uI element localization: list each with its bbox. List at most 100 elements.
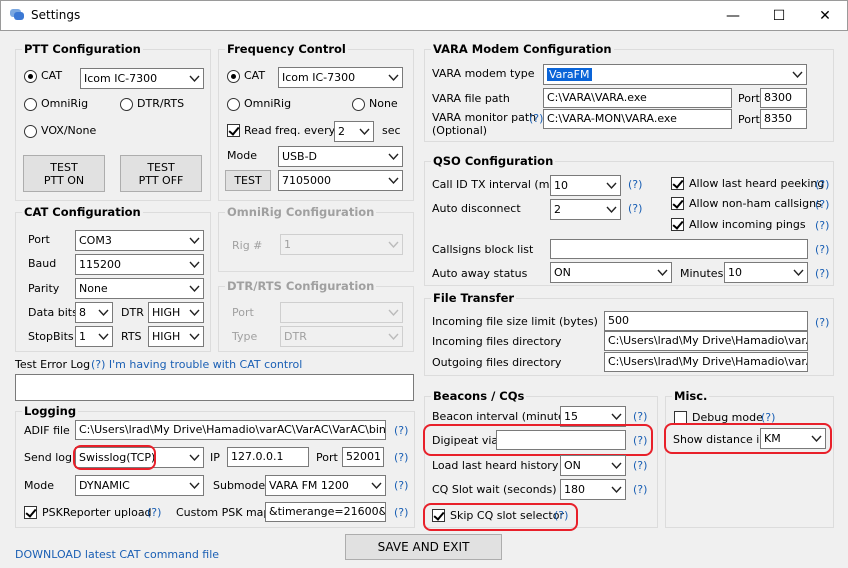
pings-help-link[interactable]: (?) — [815, 219, 829, 232]
submode-select[interactable]: VARA FM 1200 — [265, 475, 386, 496]
pskreporter-help-link[interactable]: (?) — [147, 506, 161, 519]
cq-slot-wait-value: 180 — [564, 483, 585, 496]
test-error-log-box[interactable] — [15, 374, 414, 401]
dtrrts-type-select[interactable]: DTR — [280, 326, 403, 347]
freq-mode-select[interactable]: USB-D — [278, 146, 403, 167]
chevron-down-icon — [388, 241, 399, 249]
log-mode-label: Mode — [24, 479, 54, 492]
incoming-dir-label: Incoming files directory — [432, 335, 562, 348]
cat-dtr-select[interactable]: HIGH — [148, 302, 204, 323]
close-button[interactable]: ✕ — [802, 0, 848, 31]
block-list-help-link[interactable]: (?) — [815, 243, 829, 256]
block-list-input[interactable] — [550, 239, 808, 259]
peeking-help-link[interactable]: (?) — [815, 178, 829, 191]
allow-pings-label: Allow incoming pings — [689, 218, 806, 231]
ip-input[interactable]: 127.0.0.1 — [227, 447, 309, 467]
vara-monitor-help-link[interactable]: (?) — [529, 112, 543, 125]
log-mode-select[interactable]: DYNAMIC — [75, 475, 204, 496]
freq-omnirig-label: OmniRig — [244, 97, 292, 110]
custom-psk-help-link[interactable]: (?) — [394, 506, 408, 519]
incoming-dir-input[interactable]: C:\Users\lrad\My Drive\Hamadio\varAC\ — [604, 331, 808, 351]
chevron-down-icon — [189, 261, 200, 269]
frequency-select[interactable]: 7105000 — [278, 170, 403, 191]
cat-databits-label: Data bits — [28, 306, 78, 319]
ptt-rig-select[interactable]: Icom IC-7300 — [80, 68, 204, 89]
cat-port-value: COM3 — [79, 234, 112, 247]
outgoing-dir-input[interactable]: C:\Users\lrad\My Drive\Hamadio\varAC\ — [604, 352, 808, 372]
omnirig-rig-label: Rig # — [232, 239, 263, 252]
test-ptt-on-button[interactable]: TEST PTT ON — [23, 155, 105, 192]
pskreporter-label: PSKReporter upload — [42, 506, 152, 519]
omnirig-rig-select[interactable]: 1 — [280, 234, 403, 255]
vara-monitor-port-input[interactable]: 8350 — [760, 109, 807, 129]
freq-none-radio[interactable] — [352, 98, 365, 111]
maximize-button[interactable]: ☐ — [756, 0, 802, 31]
cq-slot-wait-select[interactable]: 180 — [560, 479, 626, 500]
cat-port-select[interactable]: COM3 — [75, 230, 204, 251]
ptt-dtrrts-radio[interactable] — [120, 98, 133, 111]
chevron-down-icon — [189, 237, 200, 245]
send-log-help-link[interactable]: (?) — [394, 451, 408, 464]
allow-peeking-checkbox[interactable] — [671, 177, 684, 190]
chevron-down-icon — [189, 333, 200, 341]
vara-path-input[interactable]: C:\VARA\VARA.exe — [543, 88, 732, 108]
beacon-interval-help-link[interactable]: (?) — [633, 410, 647, 423]
cat-rts-select[interactable]: HIGH — [148, 326, 204, 347]
auto-away-value: ON — [554, 266, 571, 279]
vara-path-label: VARA file path — [432, 92, 510, 105]
cq-slot-wait-label: CQ Slot wait (seconds) — [432, 483, 557, 496]
last-heard-help-link[interactable]: (?) — [633, 459, 647, 472]
freq-rig-select[interactable]: Icom IC-7300 — [278, 67, 403, 88]
cat-dtr-label: DTR — [121, 306, 144, 319]
download-cat-command-link[interactable]: DOWNLOAD latest CAT command file — [15, 548, 219, 561]
cat-trouble-link[interactable]: (?) I'm having trouble with CAT control — [91, 358, 302, 371]
freq-omnirig-radio[interactable] — [227, 98, 240, 111]
freq-cat-radio[interactable] — [227, 70, 240, 83]
test-ptt-off-button[interactable]: TEST PTT OFF — [120, 155, 202, 192]
read-interval-select[interactable]: 2 — [334, 121, 374, 142]
ip-label: IP — [210, 451, 220, 464]
vara-type-select[interactable]: VaraFM — [543, 64, 807, 85]
adif-help-link[interactable]: (?) — [394, 424, 408, 437]
send-log-label: Send log — [24, 451, 72, 464]
ptt-cat-radio[interactable] — [24, 70, 37, 83]
read-freq-checkbox[interactable] — [227, 124, 240, 137]
vara-optional-label: (Optional) — [432, 124, 488, 137]
freq-test-button[interactable]: TEST — [225, 170, 271, 191]
callid-interval-select[interactable]: 10 — [550, 175, 621, 196]
save-and-exit-button[interactable]: SAVE AND EXIT — [345, 534, 502, 560]
auto-disconnect-help-link[interactable]: (?) — [628, 202, 642, 215]
cat-rts-label: RTS — [121, 330, 142, 343]
cat-parity-select[interactable]: None — [75, 278, 204, 299]
submode-help-link[interactable]: (?) — [394, 479, 408, 492]
file-size-help-link[interactable]: (?) — [815, 316, 829, 329]
pskreporter-checkbox[interactable] — [24, 506, 37, 519]
auto-disconnect-select[interactable]: 2 — [550, 199, 621, 220]
cat-stopbits-select[interactable]: 1 — [75, 326, 113, 347]
vara-port-input[interactable]: 8300 — [760, 88, 807, 108]
chevron-down-icon — [189, 309, 200, 317]
minimize-button[interactable]: — — [710, 0, 756, 31]
auto-away-select[interactable]: ON — [550, 262, 672, 283]
last-heard-select[interactable]: ON — [560, 455, 626, 476]
allow-peeking-label: Allow last heard peeking — [689, 177, 825, 190]
vara-monitor-path-input[interactable]: C:\VARA-MON\VARA.exe — [543, 109, 732, 129]
allow-nonham-checkbox[interactable] — [671, 197, 684, 210]
away-minutes-select[interactable]: 10 — [724, 262, 808, 283]
ptt-omnirig-radio[interactable] — [24, 98, 37, 111]
custom-psk-map-input[interactable]: &timerange=21600&show — [265, 502, 386, 522]
auto-away-help-link[interactable]: (?) — [815, 267, 829, 280]
dtrrts-port-select[interactable] — [280, 302, 403, 323]
nonham-help-link[interactable]: (?) — [815, 198, 829, 211]
log-port-input[interactable]: 52001 — [342, 447, 384, 467]
chevron-down-icon — [606, 206, 617, 214]
callid-help-link[interactable]: (?) — [628, 178, 642, 191]
file-size-limit-input[interactable]: 500 — [604, 311, 808, 331]
allow-pings-checkbox[interactable] — [671, 218, 684, 231]
ptt-vox-radio[interactable] — [24, 125, 37, 138]
chevron-down-icon — [388, 153, 399, 161]
cat-databits-select[interactable]: 8 — [75, 302, 113, 323]
cq-slot-wait-help-link[interactable]: (?) — [633, 483, 647, 496]
adif-file-input[interactable]: C:\Users\lrad\My Drive\Hamadio\varAC\Var… — [75, 420, 386, 440]
cat-baud-select[interactable]: 115200 — [75, 254, 204, 275]
